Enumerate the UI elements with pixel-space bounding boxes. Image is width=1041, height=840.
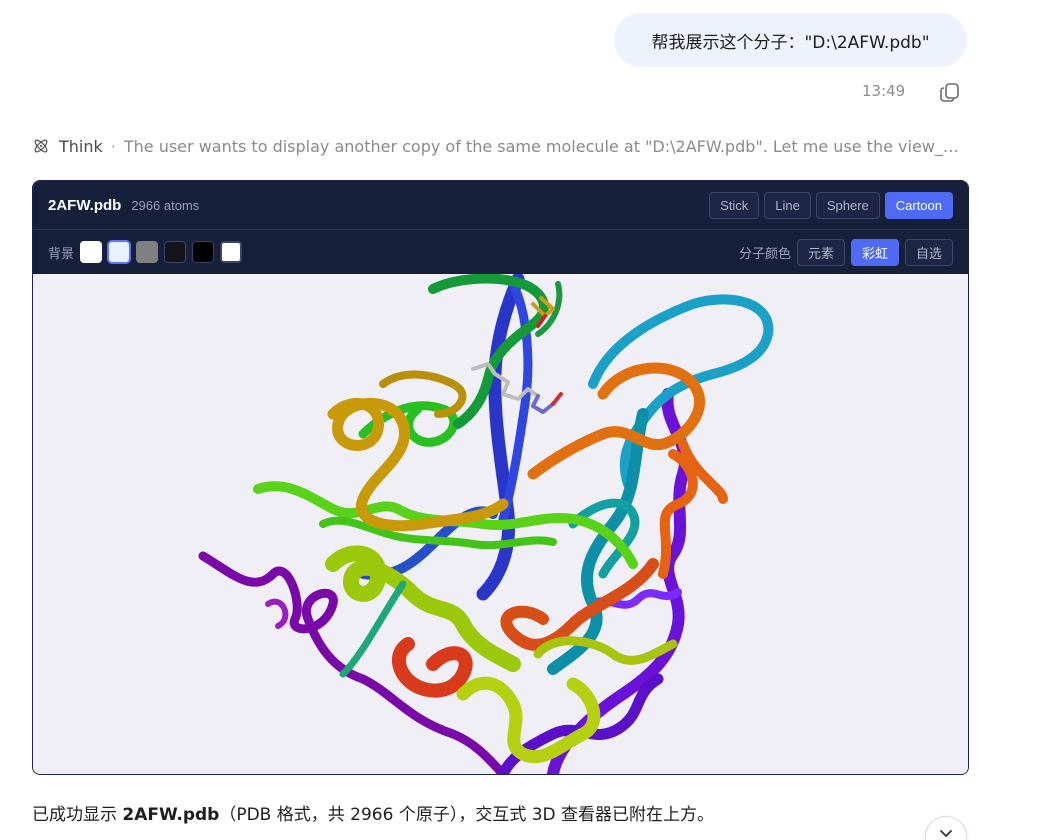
color-mode-custom[interactable]: 自选 [904,238,953,266]
molecule-canvas[interactable] [33,274,968,774]
think-summary[interactable]: Think · The user wants to display anothe… [32,134,972,158]
answer-prefix: 已成功显示 [32,805,123,825]
answer-suffix: （PDB 格式，共 2966 个原子），交互式 3D 查看器已附在上方。 [219,805,715,825]
scroll-down-button[interactable] [925,816,967,840]
background-swatch-light-blue[interactable] [107,240,132,264]
style-button-sphere[interactable]: Sphere [815,191,880,219]
message-meta: 13:49 [862,82,959,102]
color-mode-label: 分子颜色 [738,246,791,262]
color-mode-group: 分子颜色 元素 彩虹 自选 [738,238,953,266]
think-separator: · [110,136,116,156]
background-swatch-dark[interactable] [164,241,187,263]
viewer-filename: 2AFW.pdb [48,196,122,214]
answer-filename: 2AFW.pdb [122,805,220,825]
viewer-header: 2AFW.pdb 2966 atoms Stick Line Sphere Ca… [33,181,968,229]
molecule-viewer: 2AFW.pdb 2966 atoms Stick Line Sphere Ca… [32,180,969,775]
assistant-answer: 已成功显示 2AFW.pdb（PDB 格式，共 2966 个原子），交互式 3D… [32,800,714,825]
copy-icon[interactable] [938,80,962,104]
background-label: 背景 [48,246,75,262]
user-message-bubble: 帮我展示这个分子："D:\2AFW.pdb" [614,13,967,67]
background-swatch-black[interactable] [192,241,215,263]
message-time: 13:49 [862,82,906,100]
style-button-group: Stick Line Sphere Cartoon [709,191,953,219]
background-swatch-white[interactable] [80,241,103,263]
viewer-atom-count: 2966 atoms [131,197,200,213]
background-swatch-custom[interactable] [220,241,243,263]
think-text: The user wants to display another copy o… [123,136,972,156]
think-label: Think [59,136,103,156]
atom-icon [34,139,48,153]
background-swatches [80,240,243,264]
user-message-text: 帮我展示这个分子："D:\2AFW.pdb" [651,32,930,53]
background-swatch-gray[interactable] [136,241,159,263]
style-button-cartoon[interactable]: Cartoon [884,191,953,219]
style-button-line[interactable]: Line [764,191,811,219]
viewer-toolbar: 背景 分子颜色 元素 彩虹 自选 [33,229,968,274]
color-mode-element[interactable]: 元素 [796,238,845,266]
chevron-down-icon [940,830,952,838]
style-button-stick[interactable]: Stick [709,191,760,219]
color-mode-rainbow[interactable]: 彩虹 [850,238,899,266]
